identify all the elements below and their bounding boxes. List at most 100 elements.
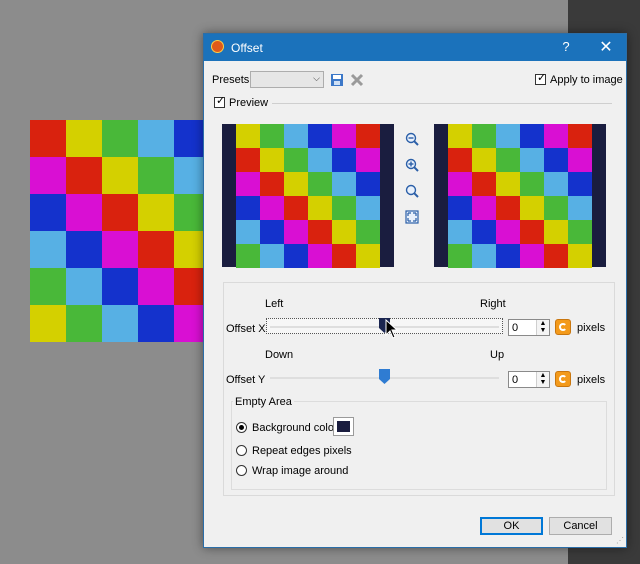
result-tile xyxy=(544,220,568,244)
preview-tile xyxy=(308,244,332,268)
apply-to-image-checkbox[interactable]: ✓ xyxy=(535,72,546,85)
app-icon xyxy=(211,40,224,53)
ok-button[interactable]: OK xyxy=(480,517,543,535)
preview-tile xyxy=(308,124,332,148)
result-preview xyxy=(434,124,606,268)
result-tile xyxy=(496,244,520,268)
preview-tile xyxy=(284,220,308,244)
save-icon[interactable] xyxy=(330,73,344,87)
result-tile xyxy=(568,148,592,172)
result-tile xyxy=(520,148,544,172)
result-tile xyxy=(472,148,496,172)
offset-x-right-label: Right xyxy=(480,298,506,310)
background-color-swatch[interactable] xyxy=(333,417,354,436)
preview-tile xyxy=(260,220,284,244)
canvas-tile xyxy=(66,194,102,231)
result-tile xyxy=(544,244,568,268)
offset-y-input[interactable]: 0 ▲ ▼ xyxy=(508,371,550,388)
zoom-out-icon[interactable] xyxy=(405,132,419,146)
offset-x-left-label: Left xyxy=(265,298,284,310)
preview-tile xyxy=(332,124,356,148)
preview-tile xyxy=(284,124,308,148)
result-tile xyxy=(472,220,496,244)
fit-window-icon[interactable] xyxy=(405,210,419,224)
preview-tile xyxy=(356,148,380,172)
canvas-tile xyxy=(66,120,102,157)
result-tile xyxy=(448,148,472,172)
preview-tile xyxy=(284,172,308,196)
title-bar: Offset ? ✕ xyxy=(204,34,626,61)
result-tile xyxy=(568,196,592,220)
canvas-tile xyxy=(30,194,66,231)
canvas-tile xyxy=(102,305,138,342)
background-color-radio[interactable] xyxy=(236,422,247,433)
preview-tile xyxy=(332,148,356,172)
preview-tile xyxy=(236,220,260,244)
preview-tile xyxy=(236,196,260,220)
result-tile xyxy=(448,172,472,196)
preview-tile xyxy=(356,220,380,244)
preview-checkbox[interactable]: ✓ xyxy=(214,95,225,108)
offset-x-input[interactable]: 0 ▲ ▼ xyxy=(508,319,550,336)
canvas-tile xyxy=(138,194,174,231)
zoom-fit-icon[interactable] xyxy=(405,184,419,198)
result-tile xyxy=(496,148,520,172)
offset-y-unit: pixels xyxy=(577,374,606,386)
image-canvas xyxy=(30,120,210,342)
canvas-tile xyxy=(66,231,102,268)
canvas-tile xyxy=(138,157,174,194)
offset-y-spinner[interactable]: ▲ ▼ xyxy=(536,372,549,387)
offset-x-unit: pixels xyxy=(577,322,606,334)
result-tile xyxy=(520,220,544,244)
preview-tile xyxy=(260,148,284,172)
preview-tile xyxy=(236,244,260,268)
empty-area-title: Empty Area xyxy=(233,396,294,408)
offset-x-reset-button[interactable] xyxy=(555,319,571,335)
repeat-edges-radio[interactable] xyxy=(236,445,247,456)
result-tile xyxy=(544,124,568,148)
result-tile xyxy=(496,196,520,220)
offset-y-thumb[interactable] xyxy=(379,369,390,384)
result-tile xyxy=(496,124,520,148)
offset-y-label: Offset Y xyxy=(226,374,266,386)
preview-label: Preview xyxy=(229,97,269,109)
canvas-tile xyxy=(138,231,174,268)
zoom-in-icon[interactable] xyxy=(405,158,419,172)
preview-tile xyxy=(260,172,284,196)
mouse-cursor-icon xyxy=(385,319,399,339)
canvas-tile xyxy=(102,194,138,231)
help-button[interactable]: ? xyxy=(556,39,576,54)
preview-tile xyxy=(284,148,308,172)
cancel-button[interactable]: Cancel xyxy=(549,517,612,535)
wrap-image-label: Wrap image around xyxy=(252,465,349,477)
result-tile xyxy=(520,244,544,268)
preview-tile xyxy=(308,172,332,196)
preview-tile xyxy=(356,196,380,220)
chevron-down-icon: ⌵ xyxy=(313,73,320,83)
offset-x-label: Offset X xyxy=(226,323,266,335)
offset-x-spinner[interactable]: ▲ ▼ xyxy=(536,320,549,335)
canvas-tile xyxy=(102,231,138,268)
dialog-title: Offset xyxy=(231,41,263,55)
preview-tile xyxy=(356,172,380,196)
result-tile xyxy=(568,124,592,148)
wrap-image-radio[interactable] xyxy=(236,465,247,476)
result-tile xyxy=(448,244,472,268)
delete-icon[interactable] xyxy=(350,73,364,87)
preview-tile xyxy=(356,244,380,268)
close-button[interactable]: ✕ xyxy=(596,37,616,57)
canvas-tile xyxy=(138,120,174,157)
result-tile xyxy=(544,172,568,196)
resize-grip[interactable]: ⋰ xyxy=(616,536,624,545)
preview-tile xyxy=(260,196,284,220)
preview-tile xyxy=(284,244,308,268)
preview-tile xyxy=(308,220,332,244)
result-tile xyxy=(472,124,496,148)
result-tile xyxy=(448,124,472,148)
preview-tile xyxy=(332,244,356,268)
result-tile xyxy=(520,172,544,196)
offset-y-reset-button[interactable] xyxy=(555,371,571,387)
result-tile xyxy=(568,244,592,268)
canvas-tile xyxy=(102,157,138,194)
presets-dropdown[interactable]: ⌵ xyxy=(250,71,324,88)
